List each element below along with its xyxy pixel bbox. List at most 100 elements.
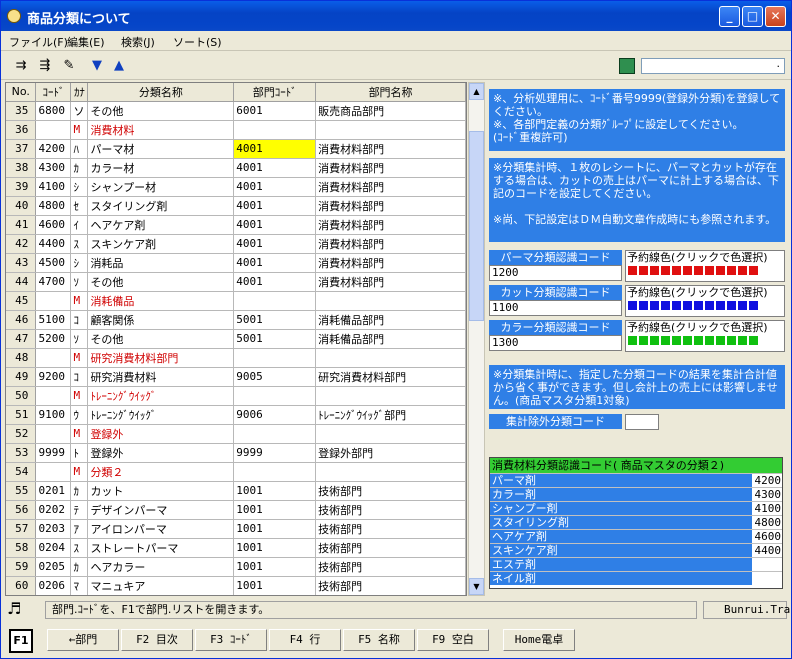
eraser-icon[interactable]: ✎ bbox=[59, 57, 79, 75]
category-code[interactable]: 4200 bbox=[752, 474, 783, 487]
row-number[interactable]: 56 bbox=[6, 500, 37, 520]
row-name[interactable]: 研究消費材料 bbox=[87, 367, 235, 387]
row-kana[interactable]: M bbox=[70, 462, 89, 482]
color-swatch[interactable] bbox=[683, 266, 692, 275]
grid-scrollbar[interactable]: ▲ ▼ bbox=[468, 82, 485, 596]
row-code[interactable] bbox=[35, 386, 72, 406]
row-name[interactable]: 消費材料 bbox=[87, 120, 235, 140]
row-name[interactable]: ヘアカラー bbox=[87, 557, 235, 577]
row-kana[interactable]: ｼ bbox=[70, 253, 89, 273]
color-swatch[interactable] bbox=[738, 266, 747, 275]
row-kana[interactable]: ﾏ bbox=[70, 576, 89, 595]
category-code[interactable]: 4300 bbox=[752, 488, 783, 501]
row-dept-name[interactable]: 消費材料部門 bbox=[315, 215, 466, 235]
row-dept-name[interactable]: 消費材料部門 bbox=[315, 196, 466, 216]
row-dept-name[interactable] bbox=[315, 348, 466, 368]
exclude-code-input[interactable] bbox=[625, 414, 659, 430]
row-kana[interactable]: M bbox=[70, 386, 89, 406]
close-button[interactable]: ✕ bbox=[765, 6, 786, 27]
color-swatch[interactable] bbox=[727, 336, 736, 345]
row-dept-name[interactable] bbox=[315, 424, 466, 444]
row-name[interactable]: 分類２ bbox=[87, 462, 235, 482]
row-kana[interactable]: ソ bbox=[70, 101, 89, 121]
row-kana[interactable]: ｶ bbox=[70, 557, 89, 577]
table-row[interactable]: 45 M 消耗備品 bbox=[6, 291, 466, 311]
table-row[interactable]: 37 4200 ﾊパーマ材 4001 消費材料部門 bbox=[6, 139, 466, 159]
row-kana[interactable]: ｽ bbox=[70, 234, 89, 254]
menu-search[interactable]: 検索(J) bbox=[121, 34, 155, 50]
row-code[interactable] bbox=[35, 291, 72, 311]
category-row[interactable]: シャンプー剤 4100 bbox=[490, 501, 782, 515]
row-number[interactable]: 53 bbox=[6, 443, 37, 463]
row-dept-code[interactable] bbox=[233, 120, 317, 140]
row-code[interactable]: 0206 bbox=[35, 576, 72, 595]
row-code[interactable]: 0202 bbox=[35, 500, 72, 520]
row-kana[interactable]: ｶ bbox=[70, 481, 89, 501]
col-name[interactable]: 分類名称 bbox=[87, 83, 235, 102]
row-dept-code[interactable]: 1001 bbox=[233, 538, 317, 558]
fkey-name-button[interactable]: F5 名称 bbox=[343, 629, 415, 651]
row-dept-name[interactable] bbox=[315, 462, 466, 482]
row-dept-name[interactable]: 消耗備品部門 bbox=[315, 310, 466, 330]
row-dept-name[interactable]: 消費材料部門 bbox=[315, 272, 466, 292]
color-swatch[interactable] bbox=[672, 301, 681, 310]
row-name[interactable]: カラー材 bbox=[87, 158, 235, 178]
color-code-input[interactable]: 1300 bbox=[489, 335, 622, 351]
row-name[interactable]: 研究消費材料部門 bbox=[87, 348, 235, 368]
insert-row-icon[interactable]: ⇉ bbox=[11, 57, 31, 75]
table-row[interactable]: 46 5100 ｺ顧客関係 5001 消耗備品部門 bbox=[6, 310, 466, 330]
row-kana[interactable]: ｱ bbox=[70, 519, 89, 539]
row-kana[interactable]: ﾃ bbox=[70, 500, 89, 520]
row-dept-code[interactable]: 1001 bbox=[233, 576, 317, 595]
row-dept-code[interactable]: 1001 bbox=[233, 557, 317, 577]
minimize-button[interactable]: _ bbox=[719, 6, 740, 27]
color-swatch[interactable] bbox=[716, 301, 725, 310]
row-name[interactable]: 登録外 bbox=[87, 424, 235, 444]
row-code[interactable]: 9999 bbox=[35, 443, 72, 463]
table-row[interactable]: 53 9999 ﾄ登録外 9999 登録外部門 bbox=[6, 443, 466, 463]
row-code[interactable]: 9100 bbox=[35, 405, 72, 425]
row-dept-code[interactable]: 9006 bbox=[233, 405, 317, 425]
row-dept-name[interactable]: 技術部門 bbox=[315, 576, 466, 595]
color-swatch[interactable] bbox=[705, 336, 714, 345]
row-kana[interactable]: ｳ bbox=[70, 405, 89, 425]
color-swatch[interactable] bbox=[672, 336, 681, 345]
row-dept-code[interactable]: 4001 bbox=[233, 139, 317, 159]
color-swatch[interactable] bbox=[683, 336, 692, 345]
perm-color-picker[interactable]: 予約線色(クリックで色選択) bbox=[625, 250, 785, 282]
fkey-code-button[interactable]: F3 ｺｰﾄﾞ bbox=[195, 629, 267, 651]
color-swatch[interactable] bbox=[672, 266, 681, 275]
category-code[interactable]: 4600 bbox=[752, 530, 783, 543]
row-number[interactable]: 54 bbox=[6, 462, 37, 482]
row-number[interactable]: 36 bbox=[6, 120, 37, 140]
color-swatch[interactable] bbox=[639, 336, 648, 345]
row-name[interactable]: ﾄﾚｰﾆﾝｸﾞｳｲｯｸﾞ bbox=[87, 386, 235, 406]
row-name[interactable]: スタイリング剤 bbox=[87, 196, 235, 216]
row-code[interactable]: 0203 bbox=[35, 519, 72, 539]
row-code[interactable]: 0204 bbox=[35, 538, 72, 558]
row-dept-name[interactable] bbox=[315, 291, 466, 311]
color-swatch[interactable] bbox=[705, 301, 714, 310]
row-dept-code[interactable]: 9999 bbox=[233, 443, 317, 463]
row-dept-name[interactable]: 登録外部門 bbox=[315, 443, 466, 463]
row-number[interactable]: 60 bbox=[6, 576, 37, 595]
row-dept-name[interactable]: 消耗備品部門 bbox=[315, 329, 466, 349]
row-number[interactable]: 50 bbox=[6, 386, 37, 406]
row-number[interactable]: 43 bbox=[6, 253, 37, 273]
row-dept-name[interactable] bbox=[315, 386, 466, 406]
table-row[interactable]: 35 6800 ソその他 6001 販売商品部門 bbox=[6, 101, 466, 121]
row-dept-name[interactable]: 消費材料部門 bbox=[315, 177, 466, 197]
row-dept-code[interactable] bbox=[233, 462, 317, 482]
row-name[interactable]: パーマ材 bbox=[87, 139, 235, 159]
col-dept-code[interactable]: 部門ｺｰﾄﾞ bbox=[233, 83, 317, 102]
color-swatch[interactable] bbox=[705, 266, 714, 275]
row-dept-code[interactable]: 5001 bbox=[233, 329, 317, 349]
row-name[interactable]: シャンプー材 bbox=[87, 177, 235, 197]
row-dept-code[interactable]: 4001 bbox=[233, 272, 317, 292]
row-number[interactable]: 44 bbox=[6, 272, 37, 292]
row-code[interactable]: 6800 bbox=[35, 101, 72, 121]
move-down-icon[interactable]: ▼ bbox=[87, 57, 107, 75]
color-swatch[interactable] bbox=[749, 266, 758, 275]
row-number[interactable]: 55 bbox=[6, 481, 37, 501]
row-number[interactable]: 58 bbox=[6, 538, 37, 558]
